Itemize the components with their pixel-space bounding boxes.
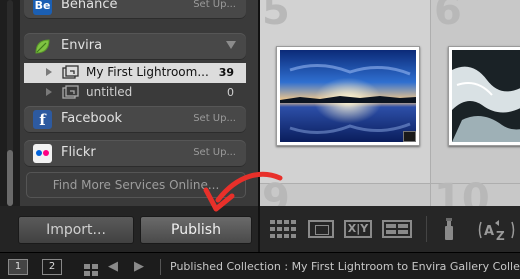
- service-label: Envira: [61, 38, 103, 53]
- painter-spray-can-icon[interactable]: [442, 218, 456, 242]
- service-label: Facebook: [61, 111, 123, 126]
- service-flickr[interactable]: Flickr Set Up...: [24, 140, 246, 167]
- service-behance[interactable]: Be Behance Set Up...: [24, 0, 246, 19]
- expand-arrow-icon[interactable]: [46, 68, 52, 76]
- service-facebook[interactable]: f Facebook Set Up...: [24, 106, 246, 133]
- scrollbar-thumb[interactable]: [7, 150, 13, 206]
- chevron-down-icon[interactable]: [226, 41, 236, 49]
- sort-direction-icon[interactable]: A Z: [478, 218, 518, 243]
- cell-index: 5: [262, 0, 290, 34]
- grid-divider: [430, 0, 431, 206]
- collection-badge-icon: [403, 131, 416, 142]
- collection-count: 39: [218, 66, 234, 79]
- published-collection-icon: [62, 65, 80, 80]
- photo-thumbnail[interactable]: [448, 46, 520, 146]
- screen-one-button[interactable]: 1: [8, 259, 28, 275]
- publish-button[interactable]: Publish: [140, 216, 252, 244]
- behance-icon: Be: [33, 0, 52, 15]
- photo-thumbnail[interactable]: [276, 46, 420, 146]
- back-arrow-icon[interactable]: ◀: [108, 259, 118, 274]
- lightroom-library-window: Be Behance Set Up... Envira My First Lig…: [0, 0, 520, 279]
- svg-text:A: A: [484, 224, 494, 239]
- collection-row[interactable]: untitled 0: [24, 83, 246, 103]
- service-label: Flickr: [61, 145, 96, 160]
- filmstrip-divider: [160, 259, 161, 275]
- photo-grid: 5 6 9 10: [258, 0, 520, 222]
- published-collection-icon: [62, 85, 80, 100]
- setup-link[interactable]: Set Up...: [193, 113, 236, 124]
- facebook-icon: f: [33, 110, 52, 129]
- flickr-icon: [33, 144, 52, 163]
- grid-view-icon[interactable]: [270, 220, 298, 238]
- import-button[interactable]: Import...: [18, 216, 134, 244]
- toolbar-divider: [426, 216, 427, 242]
- cell-index: 6: [434, 0, 462, 34]
- collection-row-selected[interactable]: My First Lightroom... 39: [24, 63, 246, 83]
- library-toolbar: X|Y A Z: [258, 206, 520, 252]
- screen-two-button[interactable]: 2: [42, 259, 62, 275]
- publish-services-panel: Be Behance Set Up... Envira My First Lig…: [0, 0, 258, 252]
- compare-view-icon[interactable]: X|Y: [344, 220, 372, 238]
- collection-label: untitled: [86, 85, 133, 99]
- water-photo: [452, 50, 520, 142]
- expand-arrow-icon[interactable]: [46, 88, 52, 96]
- service-envira[interactable]: Envira: [24, 33, 246, 60]
- setup-link[interactable]: Set Up...: [193, 147, 236, 158]
- forward-arrow-icon[interactable]: ▶: [134, 259, 144, 274]
- collection-count: 0: [227, 86, 234, 99]
- filmstrip-bar: 1 2 ◀ ▶ Published Collection : My First …: [0, 252, 520, 279]
- svg-text:Z: Z: [496, 229, 505, 242]
- panel-button-bar: Import... Publish: [0, 206, 258, 252]
- sunset-photo: [280, 50, 416, 142]
- collection-label: My First Lightroom...: [86, 65, 209, 79]
- loupe-view-icon[interactable]: [308, 220, 334, 238]
- find-more-services-button[interactable]: Find More Services Online...: [26, 172, 246, 198]
- breadcrumb: Published Collection : My First Lightroo…: [170, 260, 520, 273]
- setup-link[interactable]: Set Up...: [193, 0, 236, 10]
- grid-view-icon[interactable]: [84, 261, 98, 276]
- envira-leaf-icon: [33, 37, 52, 56]
- service-label: Behance: [61, 0, 118, 12]
- survey-view-icon[interactable]: [382, 220, 412, 238]
